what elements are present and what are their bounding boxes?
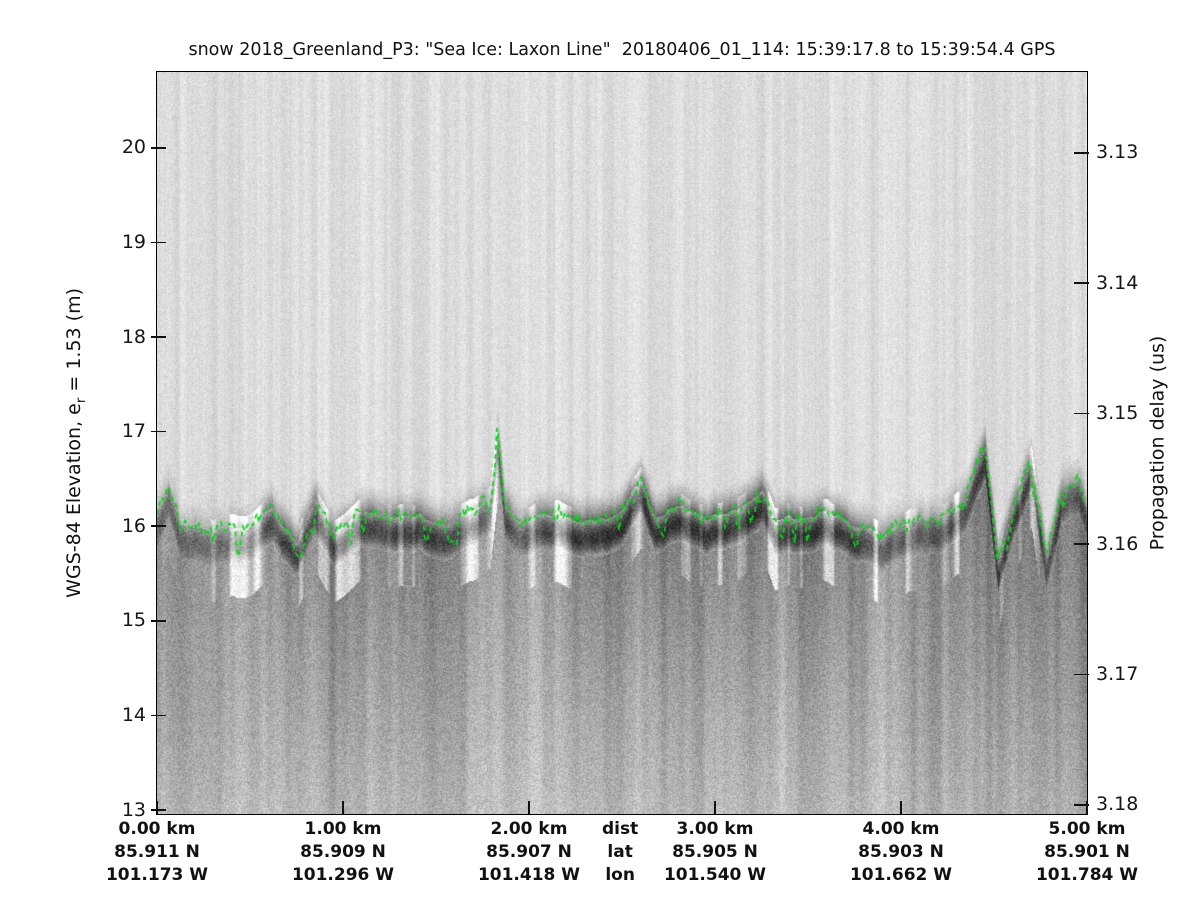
elevation-tick-mark	[151, 525, 166, 528]
delay-tick-label: 3.16	[1096, 532, 1139, 555]
propagation-delay-axis-label: Propagation delay (us)	[1146, 335, 1168, 551]
distance-tick-lon: 101.296 W	[291, 865, 395, 885]
figure-title: snow 2018_Greenland_P3: "Sea Ice: Laxon …	[188, 40, 1056, 60]
distance-tick-mark	[1086, 801, 1088, 814]
delay-tick-label: 3.14	[1096, 271, 1139, 294]
elevation-tick-label: 16	[121, 514, 146, 537]
distance-tick-mark	[714, 801, 716, 814]
delay-tick-mark	[1074, 543, 1089, 545]
distance-tick-mark	[528, 801, 530, 814]
distance-tick-km: 4.00 km	[862, 819, 940, 839]
distance-tick-lon: 101.173 W	[105, 865, 209, 885]
elevation-tick-mark	[151, 620, 166, 622]
elevation-tick-mark	[151, 146, 166, 149]
delay-tick-label: 3.15	[1096, 402, 1139, 425]
delay-tick-label: 3.13	[1096, 141, 1139, 164]
distance-tick-lon: 101.662 W	[849, 865, 953, 885]
elevation-tick-mark	[151, 336, 166, 338]
elevation-tick-label: 14	[121, 704, 146, 727]
x-axis-row-header-lat: lat	[607, 842, 633, 862]
distance-tick-lat: 85.909 N	[300, 842, 386, 862]
echogram-canvas	[157, 72, 1087, 814]
elevation-tick-label: 17	[121, 420, 146, 443]
delay-tick-mark	[1074, 152, 1089, 154]
elevation-tick-mark	[151, 241, 166, 244]
elevation-tick-mark	[151, 714, 166, 717]
elevation-tick-label: 20	[121, 136, 146, 159]
distance-tick-mark	[900, 801, 902, 814]
distance-tick-mark	[156, 801, 158, 814]
distance-tick-km: 1.00 km	[304, 819, 382, 839]
elevation-axis-label: WGS-84 Elevation, er = 1.53 (m)	[63, 288, 89, 598]
distance-tick-lat: 85.901 N	[1044, 842, 1130, 862]
elevation-tick-label: 19	[121, 230, 146, 253]
distance-tick-lon: 101.784 W	[1035, 865, 1139, 885]
x-axis-row-header-dist: dist	[602, 819, 639, 839]
elevation-tick-label: 15	[121, 609, 146, 632]
elevation-tick-mark	[151, 809, 166, 811]
delay-tick-label: 3.18	[1096, 793, 1139, 816]
elevation-tick-label: 18	[121, 325, 146, 348]
delay-tick-mark	[1074, 673, 1089, 676]
elevation-tick-mark	[151, 430, 166, 433]
distance-tick-lat: 85.903 N	[858, 842, 944, 862]
elevation-tick-label: 13	[121, 798, 146, 821]
radar-echogram-figure: snow 2018_Greenland_P3: "Sea Ice: Laxon …	[0, 0, 1200, 900]
x-axis-row-header-lon: lon	[605, 865, 635, 885]
delay-tick-mark	[1074, 412, 1089, 415]
distance-tick-lat: 85.911 N	[114, 842, 200, 862]
delay-tick-label: 3.17	[1096, 662, 1139, 685]
distance-tick-mark	[342, 801, 344, 814]
distance-tick-km: 5.00 km	[1048, 819, 1126, 839]
distance-tick-km: 0.00 km	[118, 819, 196, 839]
delay-tick-mark	[1074, 282, 1089, 285]
